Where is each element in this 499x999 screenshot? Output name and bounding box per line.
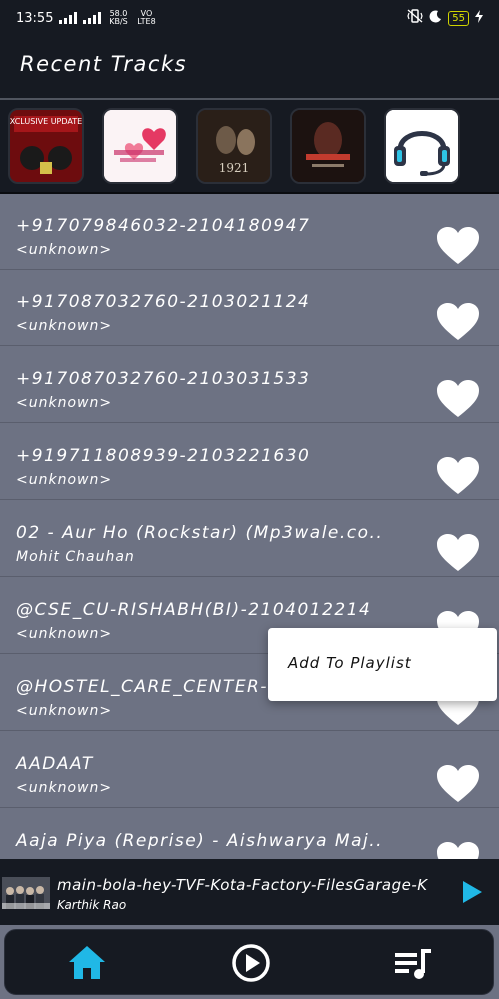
vibrate-icon [407, 9, 423, 27]
app-bar: Recent Tracks [0, 36, 499, 100]
track-artist: Mohit Chauhan [16, 549, 135, 565]
mini-player-album-art [2, 877, 50, 909]
album-thumb-4[interactable] [290, 108, 366, 184]
track-title: Aaja Piya (Reprise) - Aishwarya Maj.. [16, 831, 384, 851]
context-menu: Add To Playlist [268, 628, 497, 701]
track-artist: <unknown> [16, 780, 113, 796]
signal-icon-2 [83, 12, 102, 24]
album-text: 1921 [219, 161, 250, 175]
album-thumb-1[interactable]: EXCLUSIVE UPDATES [8, 108, 84, 184]
play-circle-icon [232, 944, 270, 982]
clock: 13:55 [16, 10, 54, 26]
heart-icon[interactable] [436, 379, 480, 419]
track-artist: <unknown> [16, 395, 113, 411]
mini-player[interactable]: main-bola-hey-TVF-Kota-Factory-FilesGara… [0, 859, 499, 925]
page-title: Recent Tracks [20, 52, 188, 76]
nav-home-button[interactable] [65, 941, 109, 985]
track-row[interactable]: Aaja Piya (Reprise) - Aishwarya Maj.. [0, 809, 499, 859]
status-bar: 13:55 58.0 KB/S VO LTE8 55 [0, 0, 499, 36]
album-thumb-3[interactable]: 1921 [196, 108, 272, 184]
signal-icon [59, 12, 78, 24]
heart-icon[interactable] [436, 841, 480, 859]
heart-icon[interactable] [436, 764, 480, 804]
moon-icon [429, 9, 442, 27]
album-art-exclusive-updates: EXCLUSIVE UPDATES [10, 110, 82, 182]
track-artist: <unknown> [16, 626, 113, 642]
track-title: +919711808939-2103221630 [16, 446, 311, 466]
home-icon [69, 946, 105, 979]
play-icon[interactable] [460, 879, 484, 905]
album-art-pink-hearts [104, 110, 176, 182]
heart-icon[interactable] [436, 533, 480, 573]
track-artist: <unknown> [16, 472, 113, 488]
nav-now-playing-button[interactable] [229, 941, 273, 985]
bottom-navigation [4, 929, 494, 995]
headset-icon [386, 110, 458, 182]
track-artist: <unknown> [16, 703, 113, 719]
track-row[interactable]: 02 - Aur Ho (Rockstar) (Mp3wale.co.. Moh… [0, 501, 499, 577]
album-text: EXCLUSIVE UPDATES [10, 117, 82, 126]
track-title: AADAAT [16, 754, 94, 774]
album-thumb-2[interactable] [102, 108, 178, 184]
track-row[interactable]: +917079846032-2104180947 <unknown> [0, 194, 499, 270]
heart-icon[interactable] [436, 456, 480, 496]
playlist-icon [395, 949, 431, 979]
track-list: +917079846032-2104180947 <unknown> +9170… [0, 194, 499, 859]
track-row[interactable]: +919711808939-2103221630 <unknown> [0, 424, 499, 500]
track-title: @HOSTEL_CARE_CENTER- [16, 677, 269, 697]
track-title: +917087032760-2103031533 [16, 369, 311, 389]
track-title: 02 - Aur Ho (Rockstar) (Mp3wale.co.. [16, 523, 384, 543]
mini-player-artist: Karthik Rao [57, 898, 127, 912]
charging-icon [475, 9, 483, 27]
track-title: +917087032760-2103021124 [16, 292, 311, 312]
track-artist: <unknown> [16, 318, 113, 334]
recent-albums-strip: EXCLUSIVE UPDATES 1921 [0, 100, 499, 194]
mini-player-title: main-bola-hey-TVF-Kota-Factory-FilesGara… [57, 876, 428, 894]
heart-icon[interactable] [436, 302, 480, 342]
battery-icon: 55 [448, 10, 469, 26]
track-artist: <unknown> [16, 242, 113, 258]
status-right: 55 [407, 9, 483, 27]
track-row[interactable]: AADAAT <unknown> [0, 732, 499, 808]
album-art-1921: 1921 [198, 110, 270, 182]
add-to-playlist-menu-item[interactable]: Add To Playlist [288, 654, 412, 672]
track-row[interactable]: +917087032760-2103021124 <unknown> [0, 270, 499, 346]
track-row[interactable]: +917087032760-2103031533 <unknown> [0, 347, 499, 423]
album-thumb-5[interactable] [384, 108, 460, 184]
album-art-dark-poster [292, 110, 364, 182]
track-title: +917079846032-2104180947 [16, 216, 311, 236]
track-title: @CSE_CU-RISHABH(BI)-2104012214 [16, 600, 372, 620]
status-left: 13:55 58.0 KB/S VO LTE8 [16, 10, 157, 26]
nav-playlist-button[interactable] [391, 941, 435, 985]
heart-icon[interactable] [436, 226, 480, 266]
net-speed: 58.0 KB/S [109, 9, 128, 26]
carrier-badge: VO LTE8 [137, 9, 156, 26]
